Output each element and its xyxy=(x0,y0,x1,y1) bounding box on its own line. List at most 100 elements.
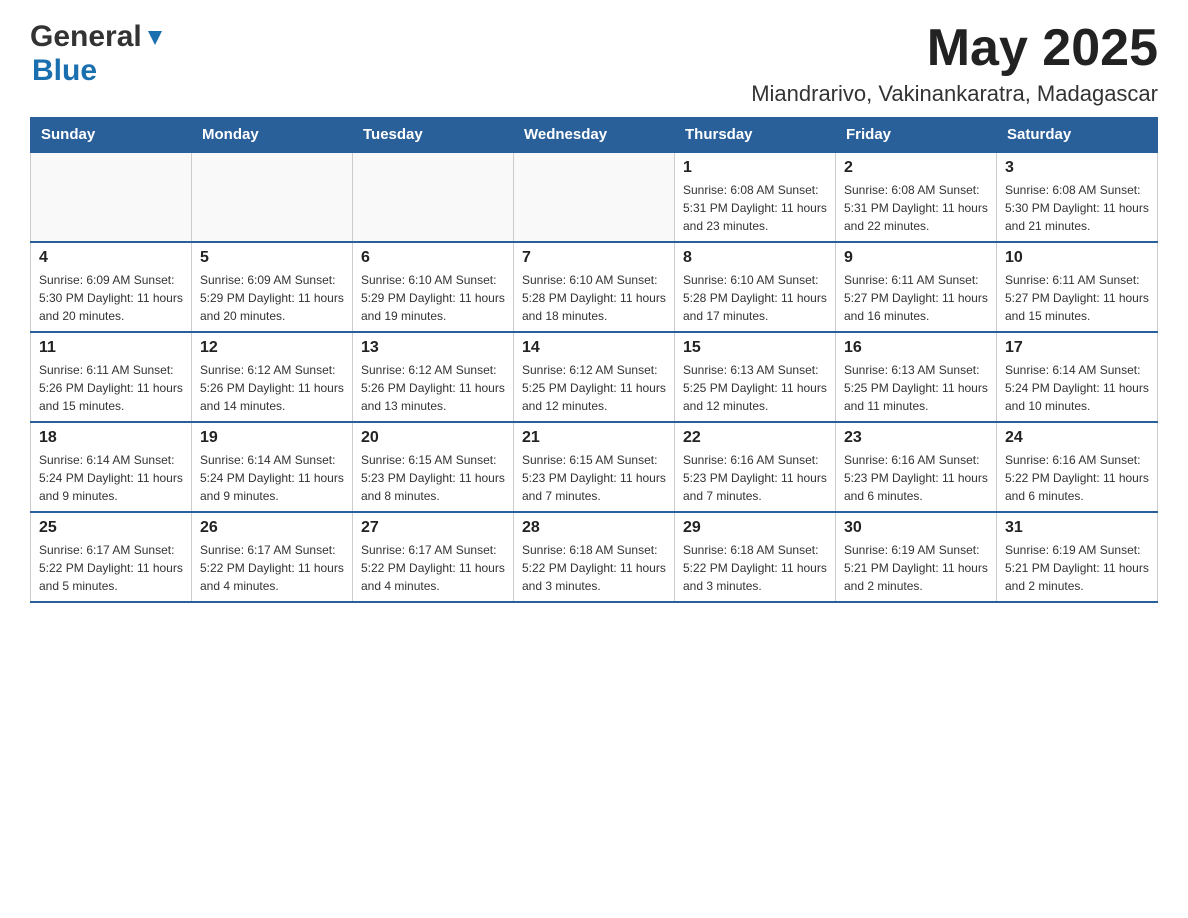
day-info: Sunrise: 6:14 AM Sunset: 5:24 PM Dayligh… xyxy=(1005,361,1149,415)
day-info: Sunrise: 6:08 AM Sunset: 5:31 PM Dayligh… xyxy=(683,181,827,235)
day-number: 22 xyxy=(683,429,827,447)
day-info: Sunrise: 6:09 AM Sunset: 5:30 PM Dayligh… xyxy=(39,271,183,325)
day-number: 14 xyxy=(522,339,666,357)
day-info: Sunrise: 6:12 AM Sunset: 5:26 PM Dayligh… xyxy=(361,361,505,415)
col-header-monday: Monday xyxy=(192,118,353,153)
calendar-cell: 8 Sunrise: 6:10 AM Sunset: 5:28 PM Daylig… xyxy=(675,242,836,332)
location-title: Miandrarivo, Vakinankaratra, Madagascar xyxy=(751,81,1158,107)
day-info: Sunrise: 6:15 AM Sunset: 5:23 PM Dayligh… xyxy=(522,451,666,505)
day-info: Sunrise: 6:11 AM Sunset: 5:27 PM Dayligh… xyxy=(844,271,988,325)
calendar-cell: 27Sunrise: 6:17 AM Sunset: 5:22 PM Dayli… xyxy=(353,512,514,602)
day-number: 3 xyxy=(1005,159,1149,177)
calendar-cell: 31 Sunrise: 6:19 AM Sunset: 5:21 PM Dayli… xyxy=(997,512,1158,602)
day-number: 28 xyxy=(522,519,666,537)
calendar-cell: 11Sunrise: 6:11 AM Sunset: 5:26 PM Dayli… xyxy=(31,332,192,422)
calendar-cell: 17Sunrise: 6:14 AM Sunset: 5:24 PM Dayli… xyxy=(997,332,1158,422)
calendar-cell xyxy=(31,152,192,242)
day-info: Sunrise: 6:09 AM Sunset: 5:29 PM Dayligh… xyxy=(200,271,344,325)
calendar-cell: 16 Sunrise: 6:13 AM Sunset: 5:25 PM Dayli… xyxy=(836,332,997,422)
col-header-sunday: Sunday xyxy=(31,118,192,153)
calendar-week-row: 25 Sunrise: 6:17 AM Sunset: 5:22 PM Dayli… xyxy=(31,512,1158,602)
calendar-cell: 9Sunrise: 6:11 AM Sunset: 5:27 PM Daylig… xyxy=(836,242,997,332)
day-number: 26 xyxy=(200,519,344,537)
day-info: Sunrise: 6:18 AM Sunset: 5:22 PM Dayligh… xyxy=(683,541,827,595)
day-number: 25 xyxy=(39,519,183,537)
calendar-cell: 28 Sunrise: 6:18 AM Sunset: 5:22 PM Dayli… xyxy=(514,512,675,602)
day-number: 12 xyxy=(200,339,344,357)
day-info: Sunrise: 6:10 AM Sunset: 5:29 PM Dayligh… xyxy=(361,271,505,325)
day-info: Sunrise: 6:12 AM Sunset: 5:26 PM Dayligh… xyxy=(200,361,344,415)
logo-triangle-icon xyxy=(144,27,166,49)
day-info: Sunrise: 6:08 AM Sunset: 5:30 PM Dayligh… xyxy=(1005,181,1149,235)
day-number: 8 xyxy=(683,249,827,267)
calendar-table: SundayMondayTuesdayWednesdayThursdayFrid… xyxy=(30,117,1158,603)
day-info: Sunrise: 6:17 AM Sunset: 5:22 PM Dayligh… xyxy=(39,541,183,595)
day-info: Sunrise: 6:15 AM Sunset: 5:23 PM Dayligh… xyxy=(361,451,505,505)
day-info: Sunrise: 6:17 AM Sunset: 5:22 PM Dayligh… xyxy=(200,541,344,595)
day-number: 20 xyxy=(361,429,505,447)
day-number: 1 xyxy=(683,159,827,177)
calendar-cell: 22Sunrise: 6:16 AM Sunset: 5:23 PM Dayli… xyxy=(675,422,836,512)
day-info: Sunrise: 6:08 AM Sunset: 5:31 PM Dayligh… xyxy=(844,181,988,235)
day-number: 13 xyxy=(361,339,505,357)
logo: General Blue xyxy=(30,20,166,88)
calendar-cell: 6Sunrise: 6:10 AM Sunset: 5:29 PM Daylig… xyxy=(353,242,514,332)
calendar-cell: 24Sunrise: 6:16 AM Sunset: 5:22 PM Dayli… xyxy=(997,422,1158,512)
calendar-cell: 19 Sunrise: 6:14 AM Sunset: 5:24 PM Dayli… xyxy=(192,422,353,512)
day-info: Sunrise: 6:14 AM Sunset: 5:24 PM Dayligh… xyxy=(200,451,344,505)
calendar-cell: 10Sunrise: 6:11 AM Sunset: 5:27 PM Dayli… xyxy=(997,242,1158,332)
day-number: 23 xyxy=(844,429,988,447)
day-number: 31 xyxy=(1005,519,1149,537)
calendar-cell: 1 Sunrise: 6:08 AM Sunset: 5:31 PM Daylig… xyxy=(675,152,836,242)
calendar-week-row: 11Sunrise: 6:11 AM Sunset: 5:26 PM Dayli… xyxy=(31,332,1158,422)
day-number: 19 xyxy=(200,429,344,447)
day-number: 7 xyxy=(522,249,666,267)
calendar-cell: 21Sunrise: 6:15 AM Sunset: 5:23 PM Dayli… xyxy=(514,422,675,512)
day-info: Sunrise: 6:11 AM Sunset: 5:27 PM Dayligh… xyxy=(1005,271,1149,325)
month-title: May 2025 xyxy=(751,20,1158,77)
day-number: 24 xyxy=(1005,429,1149,447)
page-header: General Blue May 2025 Miandrarivo, Vakin… xyxy=(30,20,1158,107)
calendar-header-row: SundayMondayTuesdayWednesdayThursdayFrid… xyxy=(31,118,1158,153)
calendar-cell: 4 Sunrise: 6:09 AM Sunset: 5:30 PM Daylig… xyxy=(31,242,192,332)
calendar-cell: 14 Sunrise: 6:12 AM Sunset: 5:25 PM Dayli… xyxy=(514,332,675,422)
day-info: Sunrise: 6:18 AM Sunset: 5:22 PM Dayligh… xyxy=(522,541,666,595)
calendar-cell xyxy=(192,152,353,242)
calendar-cell: 3 Sunrise: 6:08 AM Sunset: 5:30 PM Daylig… xyxy=(997,152,1158,242)
day-number: 2 xyxy=(844,159,988,177)
calendar-cell: 7 Sunrise: 6:10 AM Sunset: 5:28 PM Daylig… xyxy=(514,242,675,332)
calendar-cell: 13 Sunrise: 6:12 AM Sunset: 5:26 PM Dayli… xyxy=(353,332,514,422)
day-info: Sunrise: 6:13 AM Sunset: 5:25 PM Dayligh… xyxy=(683,361,827,415)
col-header-friday: Friday xyxy=(836,118,997,153)
logo-blue-text: Blue xyxy=(32,54,97,87)
calendar-week-row: 18 Sunrise: 6:14 AM Sunset: 5:24 PM Dayli… xyxy=(31,422,1158,512)
day-info: Sunrise: 6:14 AM Sunset: 5:24 PM Dayligh… xyxy=(39,451,183,505)
calendar-cell: 23 Sunrise: 6:16 AM Sunset: 5:23 PM Dayli… xyxy=(836,422,997,512)
day-info: Sunrise: 6:13 AM Sunset: 5:25 PM Dayligh… xyxy=(844,361,988,415)
day-info: Sunrise: 6:19 AM Sunset: 5:21 PM Dayligh… xyxy=(844,541,988,595)
day-number: 16 xyxy=(844,339,988,357)
calendar-cell: 20 Sunrise: 6:15 AM Sunset: 5:23 PM Dayli… xyxy=(353,422,514,512)
calendar-week-row: 1 Sunrise: 6:08 AM Sunset: 5:31 PM Daylig… xyxy=(31,152,1158,242)
col-header-saturday: Saturday xyxy=(997,118,1158,153)
day-number: 18 xyxy=(39,429,183,447)
day-info: Sunrise: 6:10 AM Sunset: 5:28 PM Dayligh… xyxy=(683,271,827,325)
day-number: 29 xyxy=(683,519,827,537)
day-info: Sunrise: 6:10 AM Sunset: 5:28 PM Dayligh… xyxy=(522,271,666,325)
day-info: Sunrise: 6:19 AM Sunset: 5:21 PM Dayligh… xyxy=(1005,541,1149,595)
day-number: 11 xyxy=(39,339,183,357)
col-header-wednesday: Wednesday xyxy=(514,118,675,153)
day-info: Sunrise: 6:16 AM Sunset: 5:23 PM Dayligh… xyxy=(844,451,988,505)
calendar-cell: 5Sunrise: 6:09 AM Sunset: 5:29 PM Daylig… xyxy=(192,242,353,332)
calendar-week-row: 4 Sunrise: 6:09 AM Sunset: 5:30 PM Daylig… xyxy=(31,242,1158,332)
calendar-cell: 29 Sunrise: 6:18 AM Sunset: 5:22 PM Dayli… xyxy=(675,512,836,602)
col-header-thursday: Thursday xyxy=(675,118,836,153)
calendar-cell: 12 Sunrise: 6:12 AM Sunset: 5:26 PM Dayli… xyxy=(192,332,353,422)
day-number: 4 xyxy=(39,249,183,267)
calendar-cell: 26 Sunrise: 6:17 AM Sunset: 5:22 PM Dayli… xyxy=(192,512,353,602)
day-info: Sunrise: 6:12 AM Sunset: 5:25 PM Dayligh… xyxy=(522,361,666,415)
calendar-cell: 30Sunrise: 6:19 AM Sunset: 5:21 PM Dayli… xyxy=(836,512,997,602)
day-info: Sunrise: 6:17 AM Sunset: 5:22 PM Dayligh… xyxy=(361,541,505,595)
logo-general-text: General xyxy=(30,20,142,54)
day-number: 15 xyxy=(683,339,827,357)
